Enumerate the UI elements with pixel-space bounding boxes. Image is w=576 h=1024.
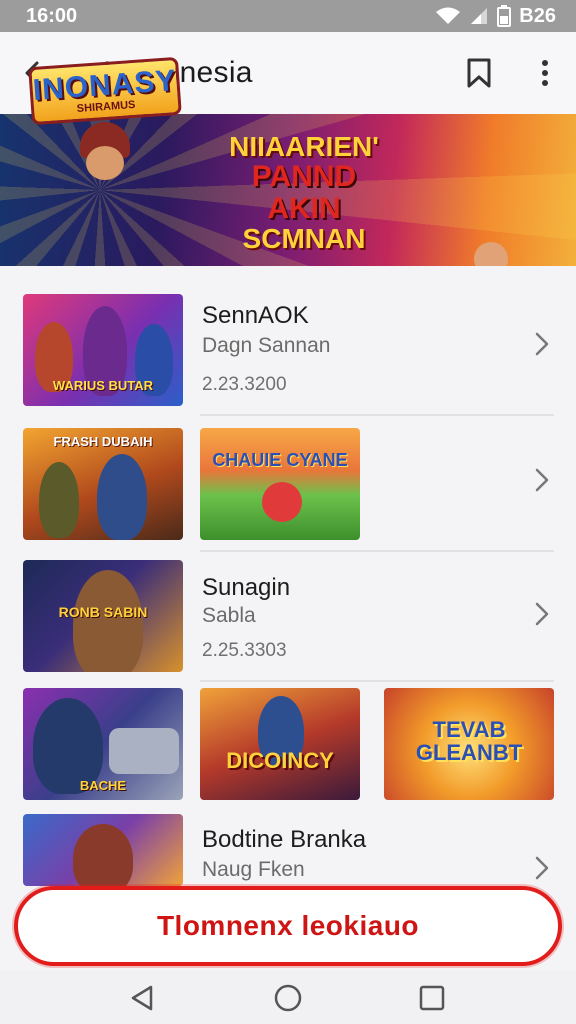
banner-headline-line3: SCMNAN — [242, 223, 366, 255]
nav-home-icon — [274, 984, 302, 1012]
game-thumbnail: FRASH DUBAIH — [23, 428, 183, 540]
more-options-button[interactable] — [521, 49, 569, 97]
item-subtitle: Dagn Sannan — [202, 334, 331, 357]
game-thumbnail — [23, 814, 183, 886]
wifi-icon — [436, 7, 461, 24]
item-title: Sunagin — [202, 574, 291, 601]
thumbnail-label: FRASH DUBAIH — [53, 434, 153, 449]
bookmark-button[interactable] — [455, 49, 503, 97]
chevron-right-icon[interactable] — [528, 854, 556, 882]
thumbnail-label: WARIUS BUTAR — [52, 378, 154, 393]
chevron-right-icon[interactable] — [528, 330, 556, 358]
chevron-right-icon[interactable] — [528, 600, 556, 628]
banner-character-face — [86, 146, 124, 180]
list-item[interactable]: RONB SABIN Sunagin Sabla 2.25.3303 — [0, 560, 576, 676]
item-subtitle: Sabla — [202, 604, 256, 627]
battery-text: B26 — [519, 4, 556, 27]
thumbnail-label: RONB SABIN — [58, 604, 148, 620]
list-item[interactable]: Bodtine Branka Naug Fken — [0, 814, 576, 886]
more-vert-icon — [542, 60, 548, 86]
status-time: 16:00 — [26, 4, 78, 27]
chevron-right-icon[interactable] — [528, 466, 556, 494]
thumbnail-label: CHAUIE CYANE — [212, 450, 348, 470]
item-title: SennAOK — [202, 302, 309, 329]
status-icons: B26 — [435, 5, 556, 28]
game-thumbnail: WARIUS BUTAR — [23, 294, 183, 406]
game-thumbnail: CHAUIE CYANE — [200, 428, 360, 540]
nav-back-icon — [131, 985, 153, 1011]
cta-label: Tlomnenx leokiauo — [156, 910, 420, 941]
system-nav-bar — [0, 970, 576, 1024]
game-thumbnail: TEVAB GLEANBT — [384, 688, 554, 800]
thumbnail-label: DICOINCY — [226, 748, 334, 773]
signal-icon — [471, 8, 488, 24]
item-subtitle: Naug Fken — [202, 858, 305, 881]
game-thumbnail: RONB SABIN — [23, 560, 183, 672]
primary-cta-button[interactable]: Tlomnenx leokiauo — [14, 886, 562, 966]
nav-recents-button[interactable] — [416, 982, 448, 1014]
nav-back-button[interactable] — [126, 982, 158, 1014]
game-thumbnail: BACHE — [23, 688, 183, 800]
thumbnail-label: BACHE — [79, 778, 127, 793]
item-meta: 2.23.3200 — [202, 374, 287, 395]
list-item[interactable]: FRASH DUBAIH CHAUIE CYANE — [0, 428, 576, 544]
item-meta: 2.25.3303 — [202, 640, 287, 661]
list-item[interactable]: WARIUS BUTAR SennAOK Dagn Sannan 2.23.32… — [0, 294, 576, 410]
banner-headline: NIIAARIEN' PANND AKIN SCMNAN — [214, 132, 394, 254]
battery-icon — [497, 5, 512, 27]
game-thumbnail: DICOINCY — [200, 688, 360, 800]
thumbnail-label: TEVAB GLEANBT — [415, 717, 523, 766]
list-divider — [200, 550, 554, 552]
list-item[interactable]: BACHE DICOINCY TEVAB GLEANBT — [0, 688, 576, 800]
bookmark-icon — [467, 58, 491, 88]
banner-headline-line2: PANND AKIN — [251, 160, 357, 225]
banner-game-logo: INONASY SHIRAMUS — [28, 56, 182, 126]
nav-recents-icon — [419, 985, 445, 1011]
status-bar: 16:00 B26 — [0, 0, 576, 32]
nav-home-button[interactable] — [272, 982, 304, 1014]
list-divider — [200, 414, 554, 416]
list-divider — [200, 680, 554, 682]
item-title: Bodtine Branka — [202, 826, 367, 853]
banner-headline-line1: NIIAARIEN' — [229, 131, 379, 162]
